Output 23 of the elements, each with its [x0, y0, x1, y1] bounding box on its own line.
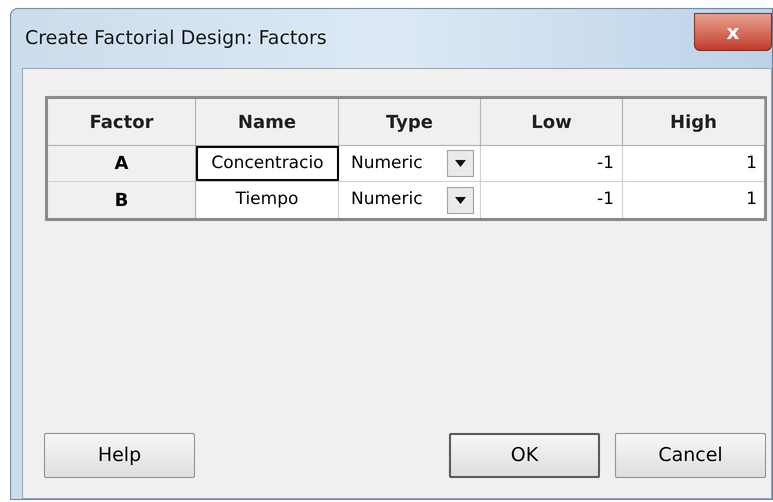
column-header: High — [623, 99, 765, 145]
column-header: Factor — [48, 99, 196, 145]
table-cell[interactable]: 1 — [623, 146, 765, 181]
dropdown-button[interactable] — [447, 150, 474, 177]
table-cell[interactable]: -1 — [481, 146, 623, 181]
name-cell[interactable]: Concentracio — [196, 146, 339, 181]
ok-button[interactable]: OK — [449, 433, 600, 478]
cancel-button[interactable]: Cancel — [615, 433, 766, 478]
caret-icon — [455, 160, 466, 167]
type-value: Numeric — [351, 152, 423, 175]
table-cell: A — [48, 146, 196, 181]
column-header: Low — [481, 99, 623, 145]
window-title: Create Factorial Design: Factors — [25, 26, 327, 52]
column-header: Type — [339, 99, 481, 145]
type-value: Numeric — [351, 188, 423, 212]
table-cell[interactable]: -1 — [481, 182, 623, 218]
column-header: Name — [196, 99, 339, 145]
name-cell[interactable]: Tiempo — [196, 182, 339, 218]
table-cell[interactable]: 1 — [623, 182, 765, 218]
dropdown-button[interactable] — [447, 186, 474, 214]
caret-icon — [455, 196, 466, 204]
table-cell: B — [48, 182, 196, 218]
help-button[interactable]: Help — [44, 433, 195, 478]
